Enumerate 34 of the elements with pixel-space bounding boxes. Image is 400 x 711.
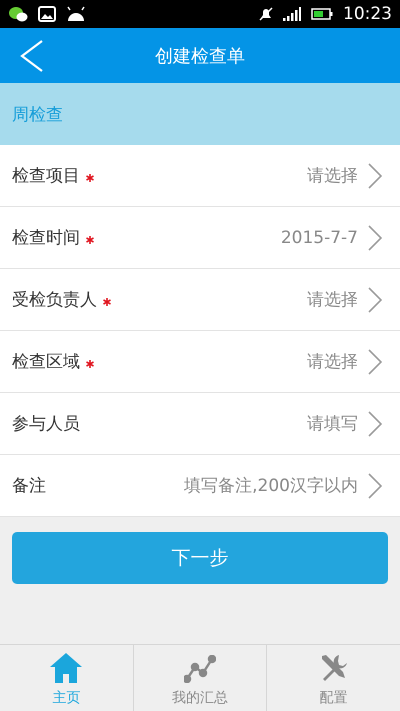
chevron-right-icon xyxy=(368,410,382,436)
chevron-right-icon xyxy=(368,348,382,374)
nav-tab[interactable]: 配置 xyxy=(266,645,400,711)
line-chart-icon xyxy=(184,655,216,683)
field-value[interactable]: 请选择 xyxy=(307,288,358,311)
field-value[interactable]: 请选择 xyxy=(307,350,358,373)
nav-tab[interactable]: 主页 xyxy=(0,645,133,711)
chevron-right-icon xyxy=(368,472,382,498)
home-icon xyxy=(50,653,82,683)
android-icon xyxy=(66,6,86,22)
field-value[interactable]: 填写备注,200汉字以内 xyxy=(184,474,358,497)
signal-icon xyxy=(283,7,301,21)
section-title: 周检查 xyxy=(12,104,63,126)
image-icon xyxy=(38,6,56,22)
field-label: 检查项目 xyxy=(12,165,80,187)
back-icon[interactable] xyxy=(20,40,44,72)
field-label: 受检负责人 xyxy=(12,289,97,311)
chat-app-icon xyxy=(8,6,28,22)
field-label: 检查时间 xyxy=(12,227,80,249)
field-value[interactable]: 2015-7-7 xyxy=(280,228,358,248)
chevron-right-icon xyxy=(368,286,382,312)
field-value[interactable]: 请选择 xyxy=(307,164,358,187)
clock: 10:23 xyxy=(343,4,392,24)
nav-tab[interactable]: 我的汇总 xyxy=(132,645,266,711)
next-button[interactable]: 下一步 xyxy=(12,532,388,584)
chevron-right-icon xyxy=(368,162,382,188)
chevron-right-icon xyxy=(368,224,382,250)
page-title: 创建检查单 xyxy=(155,44,245,68)
field-label: 检查区域 xyxy=(12,351,80,373)
field-label: 备注 xyxy=(12,475,46,497)
muted-bell-icon xyxy=(259,7,273,21)
field-value[interactable]: 请填写 xyxy=(307,412,358,435)
field-label: 参与人员 xyxy=(12,413,80,435)
battery-icon xyxy=(311,8,333,20)
